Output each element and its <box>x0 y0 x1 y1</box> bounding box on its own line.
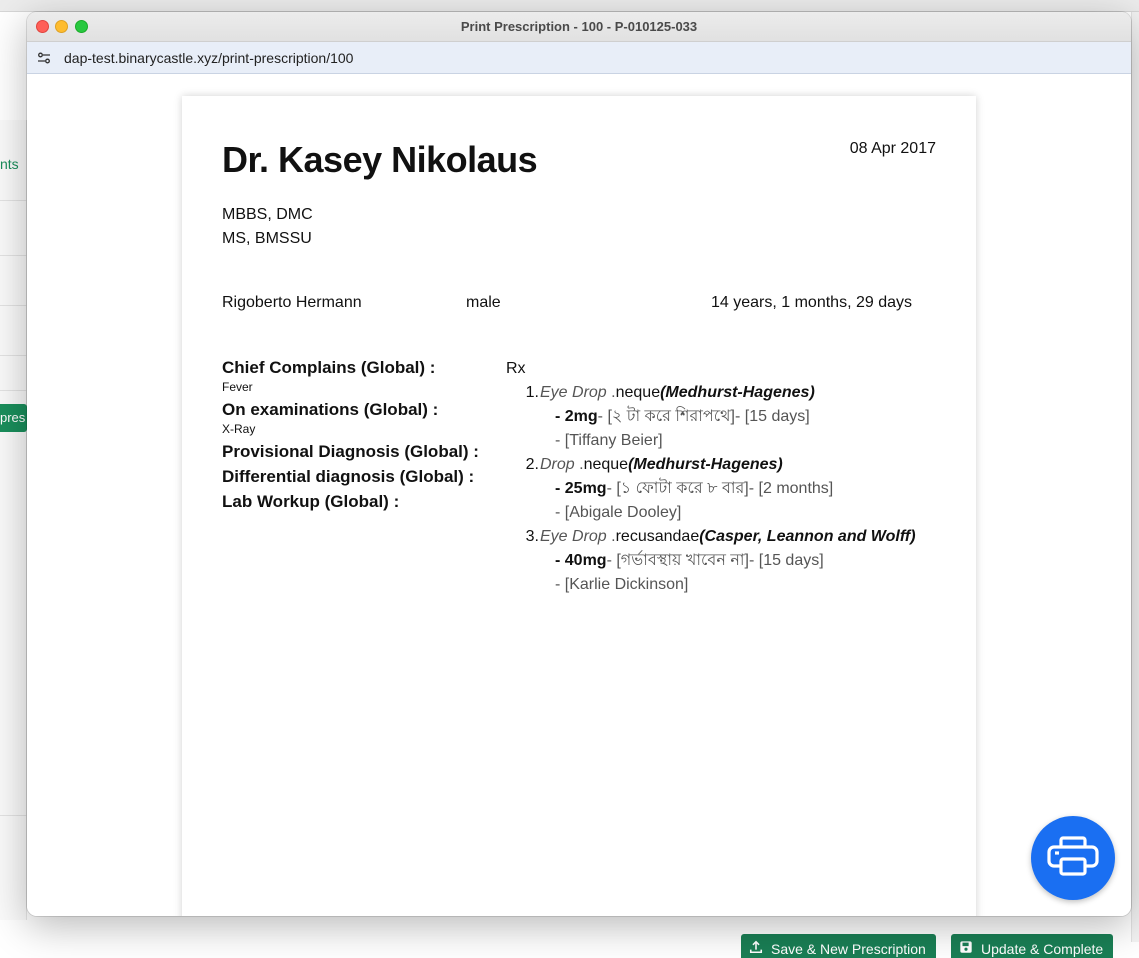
address-bar[interactable]: dap-test.binarycastle.xyz/print-prescrip… <box>27 42 1131 74</box>
divider <box>0 305 27 306</box>
rx-item-note: - [Abigale Dooley] <box>555 504 682 521</box>
lab-workup-title: Lab Workup (Global) : <box>222 492 400 511</box>
window-title: Print Prescription - 100 - P-010125-033 <box>460 19 698 34</box>
patient-gender: male <box>466 294 501 311</box>
clinical-notes: Chief Complains (Global) : Fever On exam… <box>222 355 502 514</box>
save-new-prescription-label: Save & New Prescription <box>771 941 926 957</box>
prescription-paper: Dr. Kasey Nikolaus 08 Apr 2017 MBBS, DMC… <box>182 96 976 916</box>
provisional-diagnosis-title: Provisional Diagnosis (Global) : <box>222 442 479 461</box>
rx-item-dose: - 25mg <box>555 480 607 497</box>
rx-item-number: 2. <box>525 456 539 473</box>
url-text[interactable]: dap-test.binarycastle.xyz/print-prescrip… <box>64 50 353 66</box>
rx-item-duration: - [15 days] <box>748 552 824 569</box>
update-complete-label: Update & Complete <box>981 941 1104 957</box>
rx-item-form: Eye Drop <box>540 384 607 401</box>
rx-item-company: (Medhurst-Hagenes) <box>660 384 815 401</box>
rx-section: Rx 1. Eye Drop .neque(Medhurst-Hagenes) … <box>506 357 946 597</box>
divider <box>0 255 27 256</box>
rx-item-note: - [Karlie Dickinson] <box>555 576 689 593</box>
title-bar[interactable]: Print Prescription - 100 - P-010125-033 <box>27 12 1131 42</box>
printer-icon <box>1046 835 1100 882</box>
save-new-prescription-button[interactable]: Save & New Prescription <box>741 934 936 958</box>
rx-item-number: 3. <box>525 528 539 545</box>
divider <box>0 390 27 391</box>
rx-item: 2. Drop .neque(Medhurst-Hagenes) - 25mg-… <box>524 453 946 525</box>
chief-complaints-value: Fever <box>222 380 253 394</box>
rx-item-number: 1. <box>525 384 539 401</box>
rx-item: 1. Eye Drop .neque(Medhurst-Hagenes) - 2… <box>524 381 946 453</box>
doctor-degree: MS, BMSSU <box>222 230 312 247</box>
rx-heading: Rx <box>506 360 526 377</box>
prescription-date: 08 Apr 2017 <box>849 140 936 157</box>
page-viewport: Dr. Kasey Nikolaus 08 Apr 2017 MBBS, DMC… <box>27 74 1131 916</box>
sliders-icon[interactable] <box>37 51 51 65</box>
background-right-edge <box>1131 12 1139 942</box>
floppy-disk-icon <box>959 934 973 958</box>
rx-item-form: Eye Drop <box>540 528 607 545</box>
background-tab-label[interactable]: nts <box>0 156 19 172</box>
patient-age: 14 years, 1 months, 29 days <box>711 294 912 311</box>
divider <box>0 815 27 816</box>
on-examinations-title: On examinations (Global) : <box>222 400 439 419</box>
rx-item-duration: - [15 days] <box>735 408 810 425</box>
rx-item-duration: - [2 months] <box>748 480 834 497</box>
rx-item-instruction: - [২ টা করে শিরাপথে] <box>597 408 735 425</box>
rx-item-instruction: - [গর্ভাবস্থায় খাবেন না] <box>606 552 749 569</box>
rx-item-form: Drop <box>540 456 575 473</box>
rx-item: 3. Eye Drop .recusandae(Casper, Leannon … <box>524 525 946 597</box>
print-button[interactable] <box>1031 816 1115 900</box>
upload-icon <box>749 934 763 958</box>
divider <box>0 200 27 201</box>
rx-item-instruction: - [১ ফোটা করে ৮ বার] <box>606 480 749 497</box>
rx-item-dose: - 40mg <box>555 552 607 569</box>
background-sidebar <box>0 120 27 920</box>
on-examinations-value: X-Ray <box>222 422 256 436</box>
chief-complaints-title: Chief Complains (Global) : <box>222 358 436 377</box>
rx-item-note: - [Tiffany Beier] <box>555 432 663 449</box>
rx-list: 1. Eye Drop .neque(Medhurst-Hagenes) - 2… <box>524 381 946 597</box>
rx-item-separator: . <box>574 456 584 473</box>
rx-item-drug-name: neque <box>583 456 629 473</box>
rx-item-drug-name: neque <box>615 384 661 401</box>
rx-item-separator: . <box>606 384 616 401</box>
differential-diagnosis-title: Differential diagnosis (Global) : <box>222 467 475 486</box>
background-top-strip <box>0 0 1139 12</box>
print-window: Print Prescription - 100 - P-010125-033 … <box>27 12 1131 916</box>
rx-item-company: (Medhurst-Hagenes) <box>628 456 783 473</box>
rx-item-dose: - 2mg <box>555 408 598 425</box>
rx-item-company: (Casper, Leannon and Wolff) <box>699 528 916 545</box>
patient-name: Rigoberto Hermann <box>222 294 362 311</box>
update-complete-button[interactable]: Update & Complete <box>951 934 1114 958</box>
rx-item-drug-name: recusandae <box>615 528 700 545</box>
doctor-degree: MBBS, DMC <box>222 206 313 223</box>
background-prescription-button[interactable]: pres <box>0 404 27 432</box>
divider <box>0 355 27 356</box>
rx-item-separator: . <box>606 528 616 545</box>
doctor-name: Dr. Kasey Nikolaus <box>222 139 538 180</box>
